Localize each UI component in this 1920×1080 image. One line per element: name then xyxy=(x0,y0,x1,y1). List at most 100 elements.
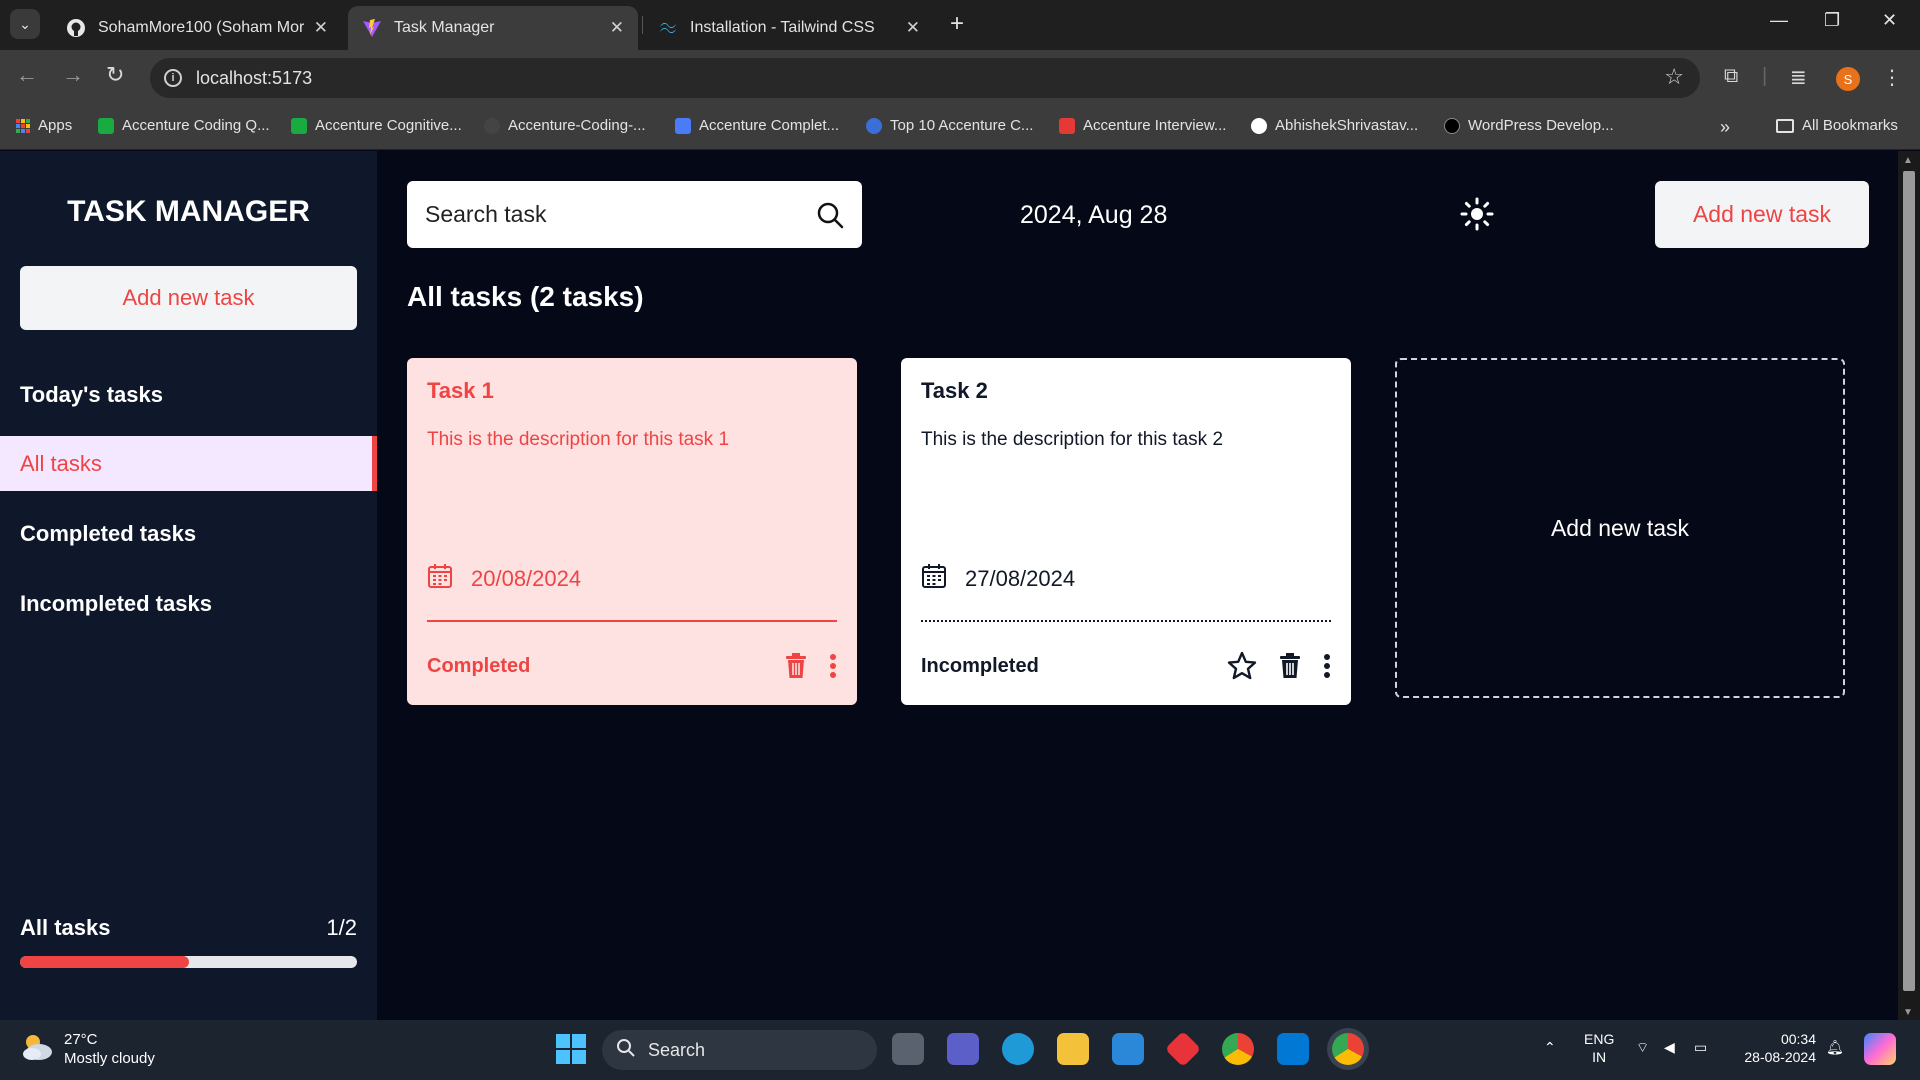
browser-menu-icon[interactable]: ⋮ xyxy=(1882,65,1902,90)
sidebar-item-todays-tasks[interactable]: Today's tasks xyxy=(0,367,377,422)
tailwind-icon xyxy=(658,18,678,38)
scrollbar-thumb[interactable] xyxy=(1903,171,1915,991)
task-divider xyxy=(921,620,1331,622)
search-icon[interactable] xyxy=(816,201,844,234)
github-icon xyxy=(484,117,500,134)
star-icon[interactable] xyxy=(1227,651,1257,681)
browser-tab-github[interactable]: SohamMore100 (Soham More) ✕ xyxy=(52,6,342,50)
tab-title: Installation - Tailwind CSS xyxy=(690,19,875,36)
wifi-icon[interactable]: ⌔ xyxy=(1636,1038,1649,1056)
teams-icon[interactable] xyxy=(947,1033,979,1065)
bookmark-label: Accenture Cognitive... xyxy=(315,117,462,134)
all-bookmarks-folder[interactable]: All Bookmarks xyxy=(1776,117,1898,134)
scroll-down-icon[interactable]: ▼ xyxy=(1903,1007,1913,1018)
search-input[interactable] xyxy=(425,201,795,228)
task-card[interactable]: Task 2 This is the description for this … xyxy=(901,358,1351,705)
task-status[interactable]: Completed xyxy=(427,655,763,678)
cloudy-weather-icon xyxy=(20,1032,54,1067)
chrome-icon[interactable] xyxy=(1222,1033,1254,1065)
github-icon xyxy=(66,18,86,38)
reload-icon[interactable]: ↻ xyxy=(106,62,124,88)
browser-tab-bar: ⌄ SohamMore100 (Soham More) ✕ Task Manag… xyxy=(0,0,1920,50)
edge-icon[interactable] xyxy=(1002,1033,1034,1065)
more-vertical-icon[interactable] xyxy=(1323,653,1331,679)
extensions-icon[interactable]: ⧉ xyxy=(1724,65,1738,88)
bookmark-star-icon[interactable]: ☆ xyxy=(1664,64,1684,90)
windows-taskbar: 27°C Mostly cloudy Search ⌃ ENG IN ⌔ ◀ ▭… xyxy=(0,1020,1920,1080)
task-status[interactable]: Incompleted xyxy=(921,655,1205,678)
browser-toolbar: ← → ↻ i localhost:5173 ☆ ⧉ | ≣ ⋮ xyxy=(0,50,1920,106)
anydesk-icon[interactable] xyxy=(1164,1030,1202,1068)
app-title: TASK MANAGER xyxy=(67,195,310,228)
url-text[interactable]: localhost:5173 xyxy=(196,68,312,89)
copilot-icon[interactable] xyxy=(1864,1033,1896,1065)
search-box[interactable] xyxy=(407,181,862,248)
new-tab-button[interactable]: + xyxy=(950,10,964,38)
header-add-task-button[interactable]: Add new task xyxy=(1655,181,1869,248)
bookmark-label: Accenture Coding Q... xyxy=(122,117,270,134)
file-explorer-icon[interactable] xyxy=(1057,1033,1089,1065)
vite-icon xyxy=(362,18,382,38)
task-card[interactable]: Task 1 This is the description for this … xyxy=(407,358,857,705)
progress-bar xyxy=(20,956,357,968)
sidebar-add-task-button[interactable]: Add new task xyxy=(20,266,357,330)
bookmark-item[interactable]: Top 10 Accenture C... xyxy=(866,117,1033,134)
task-description: This is the description for this task 2 xyxy=(921,429,1224,450)
bookmark-item[interactable]: Accenture-Coding-... xyxy=(484,117,646,134)
bookmark-item[interactable]: Accenture Cognitive... xyxy=(291,117,462,134)
battery-icon[interactable]: ▭ xyxy=(1694,1038,1707,1056)
bookmark-apps[interactable]: Apps xyxy=(16,117,72,134)
bookmark-item[interactable]: Accenture Complet... xyxy=(675,117,839,134)
windows-start-icon[interactable] xyxy=(556,1034,586,1069)
forward-icon[interactable]: → xyxy=(62,62,84,88)
task-title: Task 1 xyxy=(427,378,494,403)
vscode-icon[interactable] xyxy=(1277,1033,1309,1065)
more-vertical-icon[interactable] xyxy=(829,653,837,679)
add-task-card[interactable]: Add new task xyxy=(1395,358,1845,698)
browser-tab-task-manager[interactable]: Task Manager ✕ xyxy=(348,6,638,50)
calendar-icon xyxy=(427,563,453,595)
scroll-up-icon[interactable]: ▲ xyxy=(1903,155,1913,166)
bookmark-favicon-icon xyxy=(1444,117,1460,134)
media-control-icon[interactable]: ≣ xyxy=(1790,65,1807,90)
back-icon[interactable]: ← xyxy=(16,62,38,88)
restore-icon[interactable]: ❐ xyxy=(1824,10,1840,31)
sidebar-item-incompleted-tasks[interactable]: Incompleted tasks xyxy=(0,576,377,631)
sidebar-item-all-tasks[interactable]: All tasks xyxy=(0,436,377,491)
chevron-up-icon[interactable]: ⌃ xyxy=(1544,1038,1556,1056)
minimize-icon[interactable]: — xyxy=(1770,10,1788,31)
task-divider xyxy=(427,620,837,622)
weather-widget[interactable]: 27°C Mostly cloudy xyxy=(20,1030,155,1068)
close-icon[interactable]: ✕ xyxy=(314,18,328,38)
mail-icon[interactable] xyxy=(1112,1033,1144,1065)
tab-search-dropdown-button[interactable]: ⌄ xyxy=(10,9,40,39)
system-clock[interactable]: 00:34 28-08-2024 xyxy=(1736,1030,1816,1066)
weather-temp: 27°C xyxy=(64,1031,98,1048)
bookmark-item[interactable]: AbhishekShrivastav... xyxy=(1251,117,1418,134)
task-view-icon[interactable] xyxy=(892,1033,924,1065)
notification-bell-icon[interactable]: 🔔︎ xyxy=(1826,1038,1844,1056)
sidebar-item-completed-tasks[interactable]: Completed tasks xyxy=(0,506,377,561)
bookmarks-bar: Apps Accenture Coding Q... Accenture Cog… xyxy=(0,106,1920,150)
close-icon[interactable]: ✕ xyxy=(906,18,920,38)
site-info-icon[interactable]: i xyxy=(164,69,182,87)
bookmark-label: Accenture-Coding-... xyxy=(508,117,646,134)
address-bar[interactable]: i localhost:5173 ☆ xyxy=(150,58,1700,98)
sun-icon[interactable] xyxy=(1460,197,1494,236)
more-bookmarks-icon[interactable]: » xyxy=(1720,117,1730,138)
close-icon[interactable]: ✕ xyxy=(610,18,624,38)
trash-icon[interactable] xyxy=(785,653,807,679)
trash-icon[interactable] xyxy=(1279,653,1301,679)
bookmark-item[interactable]: Accenture Coding Q... xyxy=(98,117,270,134)
chrome-profile-icon[interactable] xyxy=(1332,1033,1364,1065)
page-scrollbar[interactable]: ▲ ▼ xyxy=(1898,151,1920,1020)
volume-icon[interactable]: ◀ xyxy=(1664,1038,1675,1056)
close-window-icon[interactable]: ✕ xyxy=(1882,10,1897,31)
browser-tab-tailwind[interactable]: Installation - Tailwind CSS ✕ xyxy=(644,6,934,50)
bookmark-item[interactable]: Accenture Interview... xyxy=(1059,117,1226,134)
bookmark-item[interactable]: WordPress Develop... xyxy=(1444,117,1614,134)
taskbar-search-label: Search xyxy=(648,1039,706,1060)
profile-avatar[interactable]: S xyxy=(1836,67,1860,91)
language-indicator[interactable]: ENG IN xyxy=(1584,1030,1614,1066)
taskbar-search[interactable]: Search xyxy=(602,1030,877,1070)
